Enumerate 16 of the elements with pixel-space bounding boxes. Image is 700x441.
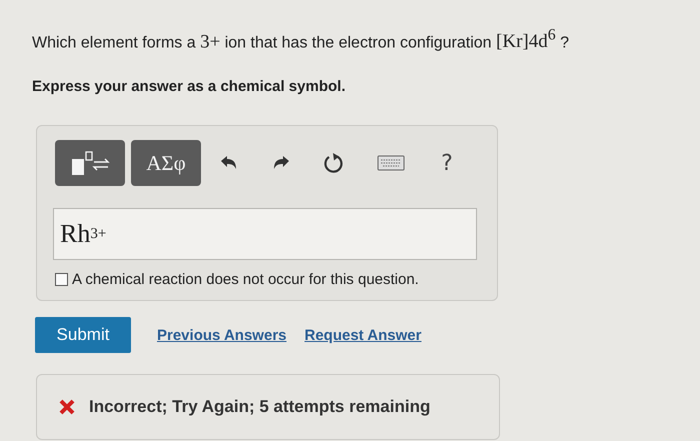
cross-icon (59, 399, 75, 416)
checkbox[interactable] (55, 273, 68, 286)
instruction-text: Express your answer as a chemical symbol. (32, 78, 346, 96)
answer-field[interactable]: Rh$^{3+}$ (53, 208, 477, 260)
feedback-text: Incorrect; Try Again; 5 attempts remaining (89, 397, 430, 418)
template-icon (70, 150, 110, 176)
symbols-button[interactable]: ΑΣφ (131, 140, 201, 186)
keyboard-icon (377, 155, 405, 172)
reset-icon (323, 152, 345, 174)
submit-button[interactable]: Submit (35, 317, 131, 354)
question-text: Which element forms a 3+ ion that has the electron configuration [Kr]4d$^{6}$ ? (32, 26, 570, 54)
checkbox-label: A chemical reaction does not occur for this question. (72, 271, 419, 288)
template-button[interactable] (55, 140, 125, 186)
link[interactable]: Request Answer (304, 326, 422, 344)
link[interactable]: Previous Answers (157, 326, 286, 344)
help-button[interactable]: ? (425, 140, 469, 186)
